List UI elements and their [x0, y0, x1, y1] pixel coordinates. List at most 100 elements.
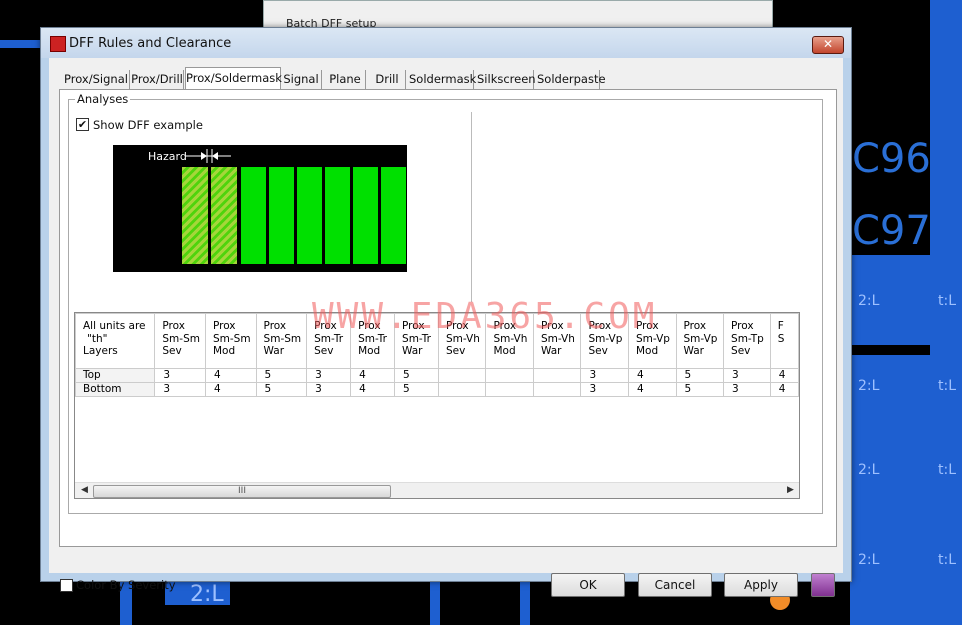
column-header[interactable]: Prox Sm-Sm Mod [204, 313, 257, 369]
column-header-line: Sev [314, 345, 334, 357]
table-cell[interactable]: 4 [204, 368, 257, 383]
table-cell[interactable] [485, 368, 534, 383]
table-cell[interactable]: 4 [769, 368, 799, 383]
column-header-line: Prox [162, 320, 185, 332]
table-cell[interactable] [532, 382, 582, 397]
table-cell[interactable]: 3 [306, 382, 352, 397]
pcb-label: 2:L [858, 552, 880, 568]
table-cell[interactable]: 4 [350, 382, 396, 397]
dff-example-image: Hazard [113, 145, 407, 272]
table-cell[interactable]: 3 [723, 368, 771, 383]
table-cell[interactable]: 5 [255, 382, 308, 397]
pcb-region [850, 440, 962, 530]
scroll-left-icon[interactable]: ◀ [81, 485, 88, 495]
column-header-line: F [777, 320, 784, 332]
scroll-right-icon[interactable]: ▶ [787, 485, 794, 495]
table-cell[interactable]: 4 [769, 382, 799, 397]
hazard-bar [211, 167, 237, 264]
table-cell[interactable]: 3 [723, 382, 771, 397]
table-cell[interactable]: 5 [394, 368, 439, 383]
table-cell[interactable]: 4 [204, 382, 257, 397]
column-header-line: Sev [162, 345, 182, 357]
pad-bar [269, 167, 294, 264]
pcb-label: t:L [938, 552, 957, 568]
table-cell[interactable]: 3 [580, 368, 629, 383]
table-cell[interactable]: 5 [394, 382, 439, 397]
tab-solderpaste[interactable]: Solderpaste [537, 70, 606, 89]
column-header-line: Prox [731, 320, 754, 332]
close-button[interactable]: ✕ [812, 36, 844, 54]
column-header-line: War [540, 345, 562, 357]
table-cell[interactable]: 3 [580, 382, 629, 397]
column-header[interactable]: Prox Sm-Vp War [675, 313, 725, 369]
corner-line: "th" [87, 332, 108, 345]
tab-soldermask[interactable]: Soldermask [409, 70, 476, 89]
column-header-line: Sm-Vp [683, 332, 718, 345]
tab-plane[interactable]: Plane [325, 70, 366, 89]
row-layer-name[interactable]: Top [75, 368, 156, 383]
column-header[interactable]: Prox Sm-Tp Sev [723, 313, 771, 369]
dialog-title: DFF Rules and Clearance [69, 36, 232, 51]
table-cell[interactable]: 5 [255, 368, 308, 383]
tab-prox-drill[interactable]: Prox/Drill [131, 70, 184, 89]
watermark: WWW.EDA365.COM [312, 296, 658, 337]
column-header[interactable]: FS [769, 313, 799, 369]
corner-header: All units are "th" Layers [75, 313, 156, 369]
column-header[interactable]: Prox Sm-Sm Sev [154, 313, 206, 369]
pcb-label: 2:L [858, 462, 880, 478]
title-bar[interactable]: DFF Rules and Clearance ✕ [41, 28, 851, 58]
row-layer-name[interactable]: Bottom [75, 382, 156, 397]
pcb-label: t:L [938, 378, 957, 394]
column-header-line: Sm-Sm [212, 332, 251, 345]
tab-prox-soldermask[interactable]: Prox/Soldermask [185, 67, 282, 91]
rules-grid[interactable]: All units are "th" Layers Prox Sm-Sm Sev Pr… [74, 312, 800, 499]
horizontal-scrollbar[interactable]: ◀ III ▶ [75, 482, 799, 498]
pad-bar [325, 167, 350, 264]
table-cell[interactable] [485, 382, 534, 397]
column-header[interactable]: Prox Sm-Sm War [255, 313, 308, 369]
table-cell[interactable]: 4 [628, 368, 677, 383]
analyses-label: Analyses [75, 92, 131, 106]
apply-button[interactable]: Apply [724, 573, 798, 597]
show-dff-example-checkbox[interactable]: ✔ [76, 118, 89, 131]
hazard-arrows-icon [185, 149, 231, 163]
tab-silkscreen[interactable]: Silkscreen [477, 70, 536, 89]
column-header-line: Sm-Sm [263, 332, 302, 345]
table-cell[interactable]: 5 [675, 368, 725, 383]
column-header-line: Mod [358, 345, 381, 357]
color-by-severity-label: Color By Severity [76, 578, 176, 592]
scroll-thumb[interactable]: III [93, 485, 391, 498]
pcb-region [850, 355, 962, 445]
pcb-label: C96 [852, 136, 931, 182]
pcb-label: t:L [938, 293, 957, 309]
help-book-icon[interactable] [811, 573, 835, 597]
column-header-line: Prox [212, 320, 236, 332]
table-cell[interactable]: 3 [154, 382, 206, 397]
table-cell[interactable]: 4 [350, 368, 396, 383]
column-header-line: Mod [636, 345, 659, 357]
pcb-label: t:L [938, 462, 957, 478]
table-cell[interactable]: 3 [306, 368, 352, 383]
tab-drill[interactable]: Drill [369, 70, 406, 89]
column-header-line: Sev [445, 345, 466, 357]
pad-bar [353, 167, 378, 264]
pcb-trace [0, 40, 40, 48]
table-cell[interactable]: 3 [154, 368, 206, 383]
divider [471, 112, 472, 302]
tab-signal[interactable]: Signal [281, 70, 322, 89]
column-header-line: Prox [263, 320, 287, 332]
table-cell[interactable] [437, 368, 487, 383]
ok-button[interactable]: OK [551, 573, 625, 597]
column-header-line: War [683, 345, 704, 357]
table-cell[interactable]: 5 [675, 382, 725, 397]
table-cell[interactable] [437, 382, 487, 397]
pcb-label: 2:L [858, 378, 880, 394]
column-header-line [778, 345, 793, 358]
pcb-trace [520, 580, 530, 625]
tab-prox-signal[interactable]: Prox/Signal [63, 70, 130, 89]
cancel-button[interactable]: Cancel [638, 573, 712, 597]
color-by-severity-checkbox[interactable] [60, 579, 73, 592]
table-cell[interactable]: 4 [628, 382, 677, 397]
table-cell[interactable] [532, 368, 582, 383]
column-header-line: Mod [493, 345, 516, 357]
